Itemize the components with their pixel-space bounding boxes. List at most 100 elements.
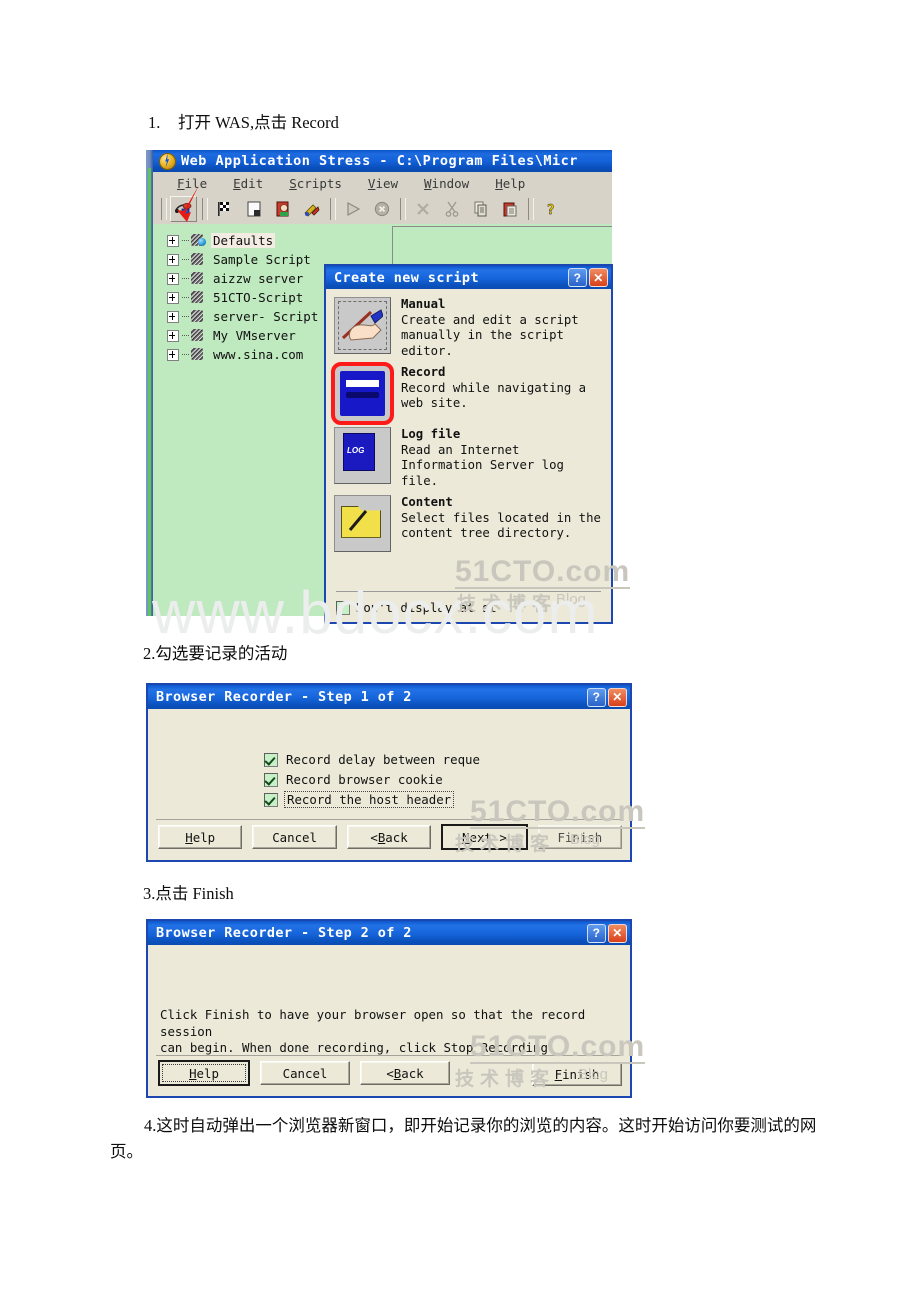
help-button[interactable]: ? [587,687,606,707]
tree-item-label: Defaults [211,233,276,248]
expand-plus-icon[interactable] [167,291,179,304]
was-titlebar: Web Application Stress - C:\Program File… [153,150,612,172]
hand-pencil-icon [334,297,391,354]
run-test-icon[interactable] [339,196,366,222]
option-log-file[interactable]: LOG Log file Read an Internet Informatio… [334,426,603,490]
dont-display-label: Don't display at st [356,601,497,615]
titlebar-buttons: ? ✕ [568,268,611,287]
expand-plus-icon[interactable] [167,329,179,342]
expand-plus-icon[interactable] [167,310,179,323]
script-globe-icon [191,234,206,247]
stop-test-icon[interactable] [368,196,395,222]
dialog-divider [336,591,601,592]
svg-text:?: ? [547,203,555,217]
tree-connector [182,239,189,242]
report-view-icon[interactable] [269,196,296,222]
save-script-icon[interactable] [240,196,267,222]
help-button[interactable]: Help [158,1060,250,1086]
tree-connector [182,296,189,299]
dialog-title-text: Browser Recorder - Step 2 of 2 [156,925,412,941]
cancel-button[interactable]: Cancel [252,825,337,849]
menu-scripts[interactable]: Scripts [277,176,342,191]
option-record-title: Record [401,364,446,379]
expand-plus-icon[interactable] [167,234,179,247]
help-button[interactable]: ? [568,268,587,287]
was-app-icon [159,152,176,170]
record-options-group: Record delay between reque Record browse… [264,751,482,811]
dialog-titlebar: Browser Recorder - Step 1 of 2 ? ✕ [148,685,630,709]
expand-plus-icon[interactable] [167,253,179,266]
record-cookies-label: Record browser cookie [286,772,443,787]
expand-plus-icon[interactable] [167,272,179,285]
record-cookies-checkbox[interactable] [264,772,278,787]
option-content-text: Content Select files located in the cont… [401,495,603,552]
checkbox-row-record-cookies[interactable]: Record browser cookie [264,771,482,788]
dialog-title-text: Create new script [334,269,479,286]
finish-flag-icon[interactable] [211,196,238,222]
back-button[interactable]: < Back [346,825,432,849]
menu-window[interactable]: Window [412,176,469,191]
checkbox-row-record-host-header[interactable]: Record the host header [264,791,482,808]
record-host-header-label: Record the host header [284,791,455,808]
titlebar-buttons: ? ✕ [587,687,630,707]
dont-display-checkbox-row[interactable]: Don't display at st [336,601,497,615]
help-button[interactable]: Help [158,825,243,849]
settings-tools-icon[interactable] [298,196,325,222]
script-icon [191,329,206,342]
option-manual-desc: Create and edit a script manually in the… [401,312,579,359]
script-icon [191,310,206,323]
folder-icon [334,494,391,552]
tree-item-label: www.sina.com [213,347,304,362]
tree-connector [182,334,189,337]
cut-icon[interactable] [438,196,465,222]
copy-icon[interactable] [467,196,494,222]
option-record[interactable]: Record Record while navigating a web sit… [331,361,603,425]
option-log-file-desc: Read an Internet Information Server log … [401,442,564,489]
help-question-icon[interactable]: ? [537,196,564,222]
paste-icon[interactable] [496,196,523,222]
cancel-button[interactable]: Cancel [260,1061,350,1085]
checkbox-row-record-delay[interactable]: Record delay between reque [264,751,482,768]
script-icon [191,291,206,304]
tree-item-label: My VMserver [213,328,296,343]
script-icon [191,272,206,285]
option-manual-title: Manual [401,297,446,311]
dont-display-checkbox[interactable] [336,601,350,615]
dialog-titlebar: Create new script ? ✕ [326,266,611,289]
script-icon [191,253,206,266]
close-button[interactable]: ✕ [608,687,627,707]
script-icon [191,348,206,361]
close-button[interactable]: ✕ [589,268,608,287]
record-delay-checkbox[interactable] [264,752,278,767]
tree-connector [182,315,189,318]
option-content-desc: Select files located in the content tree… [401,510,601,541]
step-4-caption: 4.这时自动弹出一个浏览器新窗口，即开始记录你的浏览的内容。这时开始访问你要测试… [110,1116,817,1161]
delete-item-icon[interactable] [409,196,436,222]
finish-button[interactable]: Finish [532,1062,622,1086]
menu-edit[interactable]: Edit [221,176,263,191]
watermark-rule [455,587,630,589]
step-1-caption: 1. 打开 WAS,点击 Record [148,110,339,136]
option-content[interactable]: Content Select files located in the cont… [334,494,603,552]
watermark-rule [470,1062,645,1064]
menu-view[interactable]: View [356,176,398,191]
help-button[interactable]: ? [587,923,606,943]
back-button[interactable]: < Back [360,1061,450,1085]
tree-item-label: server- Script [213,309,319,324]
tree-item-label: 51CTO-Script [213,290,304,305]
was-title-text: Web Application Stress - C:\Program File… [181,153,578,169]
menu-help[interactable]: Help [483,176,525,191]
tree-item-label: aizzw server [213,271,304,286]
option-record-desc: Record while navigating a web site. [401,380,587,411]
record-host-header-checkbox[interactable] [264,792,278,807]
step-2-caption: 2.勾选要记录的活动 [143,644,288,663]
option-manual[interactable]: Manual Create and edit a script manually… [334,297,603,360]
dialog-divider [156,1055,622,1056]
tree-item-defaults[interactable]: Defaults [155,231,385,250]
close-button[interactable]: ✕ [608,923,627,943]
was-toolbar: ? [153,194,612,225]
expand-plus-icon[interactable] [167,348,179,361]
document-page: 1. 打开 WAS,点击 Record Web Application Stres… [0,0,920,1302]
cassette-tape-icon [331,361,394,425]
toolbar-separator [161,198,167,220]
